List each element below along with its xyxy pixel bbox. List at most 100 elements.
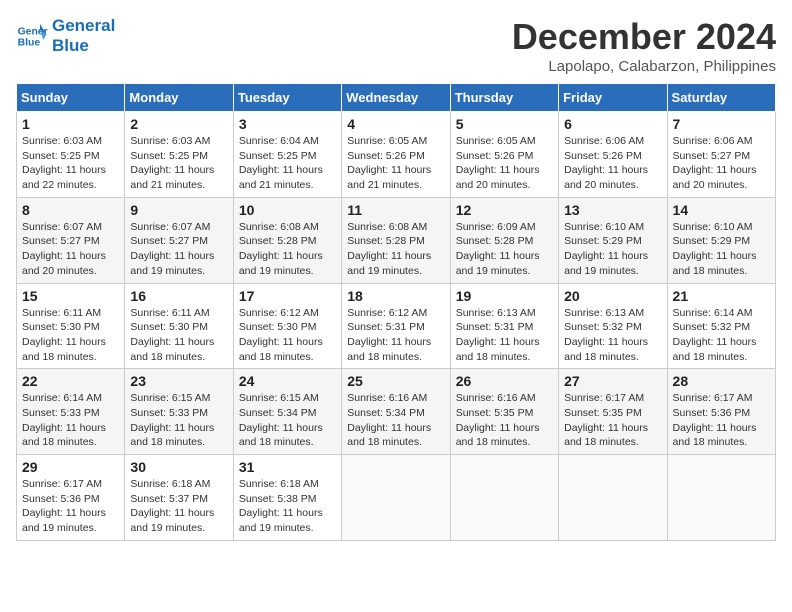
day-cell [559, 455, 667, 541]
day-cell: 2 Sunrise: 6:03 AM Sunset: 5:25 PM Dayli… [125, 112, 233, 198]
week-row-2: 8 Sunrise: 6:07 AM Sunset: 5:27 PM Dayli… [17, 197, 776, 283]
day-cell: 28 Sunrise: 6:17 AM Sunset: 5:36 PM Dayl… [667, 369, 775, 455]
day-info: Sunrise: 6:05 AM Sunset: 5:26 PM Dayligh… [347, 134, 444, 193]
day-cell: 26 Sunrise: 6:16 AM Sunset: 5:35 PM Dayl… [450, 369, 558, 455]
day-cell: 22 Sunrise: 6:14 AM Sunset: 5:33 PM Dayl… [17, 369, 125, 455]
day-number: 29 [22, 459, 119, 475]
day-info: Sunrise: 6:07 AM Sunset: 5:27 PM Dayligh… [130, 220, 227, 279]
day-number: 30 [130, 459, 227, 475]
location-title: Lapolapo, Calabarzon, Philippines [512, 58, 776, 75]
day-cell: 14 Sunrise: 6:10 AM Sunset: 5:29 PM Dayl… [667, 197, 775, 283]
day-cell: 13 Sunrise: 6:10 AM Sunset: 5:29 PM Dayl… [559, 197, 667, 283]
day-cell [667, 455, 775, 541]
day-info: Sunrise: 6:09 AM Sunset: 5:28 PM Dayligh… [456, 220, 553, 279]
day-cell: 3 Sunrise: 6:04 AM Sunset: 5:25 PM Dayli… [233, 112, 341, 198]
col-header-friday: Friday [559, 84, 667, 112]
day-cell: 15 Sunrise: 6:11 AM Sunset: 5:30 PM Dayl… [17, 283, 125, 369]
logo-text: General [52, 16, 115, 36]
page-header: General Blue General Blue December 2024 … [16, 16, 776, 75]
day-info: Sunrise: 6:17 AM Sunset: 5:35 PM Dayligh… [564, 391, 661, 450]
day-info: Sunrise: 6:13 AM Sunset: 5:31 PM Dayligh… [456, 306, 553, 365]
day-number: 27 [564, 373, 661, 389]
day-cell: 17 Sunrise: 6:12 AM Sunset: 5:30 PM Dayl… [233, 283, 341, 369]
day-number: 1 [22, 116, 119, 132]
day-number: 23 [130, 373, 227, 389]
day-cell: 7 Sunrise: 6:06 AM Sunset: 5:27 PM Dayli… [667, 112, 775, 198]
day-number: 13 [564, 202, 661, 218]
col-header-wednesday: Wednesday [342, 84, 450, 112]
day-info: Sunrise: 6:05 AM Sunset: 5:26 PM Dayligh… [456, 134, 553, 193]
calendar-table: SundayMondayTuesdayWednesdayThursdayFrid… [16, 83, 776, 541]
day-info: Sunrise: 6:11 AM Sunset: 5:30 PM Dayligh… [22, 306, 119, 365]
day-cell [450, 455, 558, 541]
day-cell: 4 Sunrise: 6:05 AM Sunset: 5:26 PM Dayli… [342, 112, 450, 198]
day-info: Sunrise: 6:06 AM Sunset: 5:27 PM Dayligh… [673, 134, 770, 193]
day-number: 25 [347, 373, 444, 389]
day-cell: 31 Sunrise: 6:18 AM Sunset: 5:38 PM Dayl… [233, 455, 341, 541]
day-cell: 27 Sunrise: 6:17 AM Sunset: 5:35 PM Dayl… [559, 369, 667, 455]
day-info: Sunrise: 6:18 AM Sunset: 5:38 PM Dayligh… [239, 477, 336, 536]
day-cell: 8 Sunrise: 6:07 AM Sunset: 5:27 PM Dayli… [17, 197, 125, 283]
day-cell: 10 Sunrise: 6:08 AM Sunset: 5:28 PM Dayl… [233, 197, 341, 283]
day-info: Sunrise: 6:03 AM Sunset: 5:25 PM Dayligh… [22, 134, 119, 193]
svg-text:Blue: Blue [18, 37, 41, 48]
day-number: 5 [456, 116, 553, 132]
week-row-3: 15 Sunrise: 6:11 AM Sunset: 5:30 PM Dayl… [17, 283, 776, 369]
day-info: Sunrise: 6:15 AM Sunset: 5:34 PM Dayligh… [239, 391, 336, 450]
day-info: Sunrise: 6:15 AM Sunset: 5:33 PM Dayligh… [130, 391, 227, 450]
day-number: 21 [673, 288, 770, 304]
week-row-5: 29 Sunrise: 6:17 AM Sunset: 5:36 PM Dayl… [17, 455, 776, 541]
day-info: Sunrise: 6:12 AM Sunset: 5:30 PM Dayligh… [239, 306, 336, 365]
day-number: 26 [456, 373, 553, 389]
day-number: 7 [673, 116, 770, 132]
col-header-monday: Monday [125, 84, 233, 112]
day-number: 18 [347, 288, 444, 304]
day-info: Sunrise: 6:16 AM Sunset: 5:35 PM Dayligh… [456, 391, 553, 450]
day-number: 11 [347, 202, 444, 218]
day-cell: 23 Sunrise: 6:15 AM Sunset: 5:33 PM Dayl… [125, 369, 233, 455]
day-cell: 5 Sunrise: 6:05 AM Sunset: 5:26 PM Dayli… [450, 112, 558, 198]
day-number: 16 [130, 288, 227, 304]
logo: General Blue General Blue [16, 16, 115, 55]
col-header-sunday: Sunday [17, 84, 125, 112]
day-info: Sunrise: 6:14 AM Sunset: 5:32 PM Dayligh… [673, 306, 770, 365]
day-cell: 16 Sunrise: 6:11 AM Sunset: 5:30 PM Dayl… [125, 283, 233, 369]
day-info: Sunrise: 6:13 AM Sunset: 5:32 PM Dayligh… [564, 306, 661, 365]
day-info: Sunrise: 6:10 AM Sunset: 5:29 PM Dayligh… [673, 220, 770, 279]
day-info: Sunrise: 6:17 AM Sunset: 5:36 PM Dayligh… [673, 391, 770, 450]
day-cell: 18 Sunrise: 6:12 AM Sunset: 5:31 PM Dayl… [342, 283, 450, 369]
col-header-saturday: Saturday [667, 84, 775, 112]
title-area: December 2024 Lapolapo, Calabarzon, Phil… [512, 16, 776, 75]
day-info: Sunrise: 6:07 AM Sunset: 5:27 PM Dayligh… [22, 220, 119, 279]
day-info: Sunrise: 6:06 AM Sunset: 5:26 PM Dayligh… [564, 134, 661, 193]
day-number: 17 [239, 288, 336, 304]
day-cell: 25 Sunrise: 6:16 AM Sunset: 5:34 PM Dayl… [342, 369, 450, 455]
week-row-4: 22 Sunrise: 6:14 AM Sunset: 5:33 PM Dayl… [17, 369, 776, 455]
day-cell: 6 Sunrise: 6:06 AM Sunset: 5:26 PM Dayli… [559, 112, 667, 198]
day-cell: 29 Sunrise: 6:17 AM Sunset: 5:36 PM Dayl… [17, 455, 125, 541]
day-info: Sunrise: 6:04 AM Sunset: 5:25 PM Dayligh… [239, 134, 336, 193]
day-cell: 21 Sunrise: 6:14 AM Sunset: 5:32 PM Dayl… [667, 283, 775, 369]
day-number: 12 [456, 202, 553, 218]
calendar-header-row: SundayMondayTuesdayWednesdayThursdayFrid… [17, 84, 776, 112]
day-info: Sunrise: 6:14 AM Sunset: 5:33 PM Dayligh… [22, 391, 119, 450]
logo-text2: Blue [52, 36, 115, 56]
col-header-thursday: Thursday [450, 84, 558, 112]
day-number: 10 [239, 202, 336, 218]
day-info: Sunrise: 6:18 AM Sunset: 5:37 PM Dayligh… [130, 477, 227, 536]
day-info: Sunrise: 6:08 AM Sunset: 5:28 PM Dayligh… [347, 220, 444, 279]
day-info: Sunrise: 6:12 AM Sunset: 5:31 PM Dayligh… [347, 306, 444, 365]
day-cell: 9 Sunrise: 6:07 AM Sunset: 5:27 PM Dayli… [125, 197, 233, 283]
col-header-tuesday: Tuesday [233, 84, 341, 112]
month-title: December 2024 [512, 16, 776, 58]
day-cell: 30 Sunrise: 6:18 AM Sunset: 5:37 PM Dayl… [125, 455, 233, 541]
day-number: 22 [22, 373, 119, 389]
day-info: Sunrise: 6:16 AM Sunset: 5:34 PM Dayligh… [347, 391, 444, 450]
day-number: 31 [239, 459, 336, 475]
day-info: Sunrise: 6:11 AM Sunset: 5:30 PM Dayligh… [130, 306, 227, 365]
day-cell [342, 455, 450, 541]
day-number: 19 [456, 288, 553, 304]
day-cell: 11 Sunrise: 6:08 AM Sunset: 5:28 PM Dayl… [342, 197, 450, 283]
logo-icon: General Blue [16, 20, 48, 52]
day-number: 15 [22, 288, 119, 304]
